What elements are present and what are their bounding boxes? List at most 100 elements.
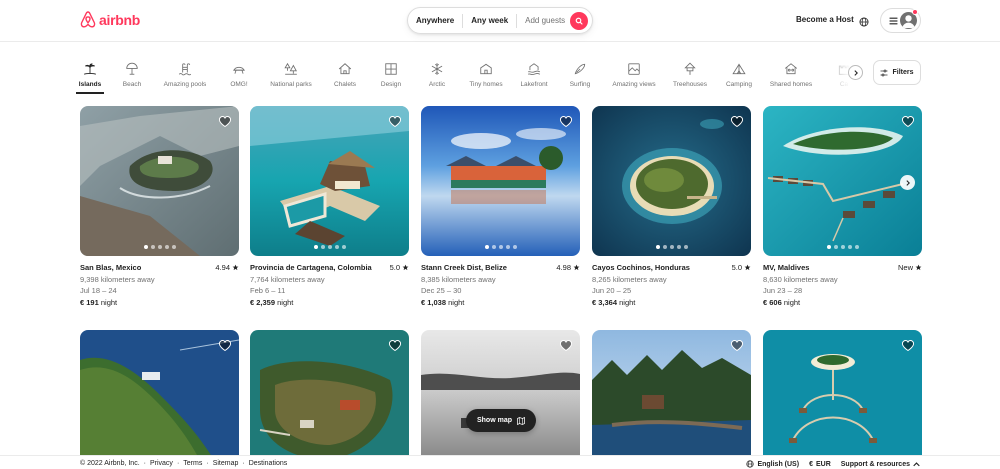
- footer-link-privacy[interactable]: Privacy: [150, 460, 173, 467]
- wishlist-heart-button[interactable]: [218, 338, 232, 356]
- chevron-up-icon: [913, 461, 920, 466]
- listing-photo[interactable]: [592, 106, 751, 256]
- listing-card[interactable]: San Blas, Mexico 4.94 9,398 kilometers a…: [80, 106, 239, 308]
- category-amazing-pools[interactable]: Amazing pools: [162, 52, 208, 94]
- category-label: Arctic: [428, 81, 446, 88]
- category-label: Islands: [78, 81, 102, 88]
- listing-card[interactable]: Cayos Cochinos, Honduras 5.0 8,265 kilom…: [592, 106, 751, 308]
- category-omg[interactable]: OMG!: [227, 52, 251, 94]
- price-value: € 3,364: [592, 297, 618, 307]
- search-bar[interactable]: Anywhere Any week Add guests: [407, 7, 593, 34]
- category-label: Beach: [122, 81, 142, 88]
- category-amazing-views[interactable]: Amazing views: [611, 52, 657, 94]
- listing-price: € 606 night: [763, 297, 922, 309]
- listing-card[interactable]: Stann Creek Dist, Belize 4.98 8,385 kilo…: [421, 106, 580, 308]
- anywhere-button[interactable]: Anywhere: [408, 16, 462, 25]
- become-host-link[interactable]: Become a Host: [796, 15, 854, 24]
- photo-next-button[interactable]: [900, 175, 915, 190]
- language-label: English (US): [757, 460, 800, 468]
- airbnb-logo[interactable]: airbnb: [80, 11, 140, 28]
- listing-rating: New: [898, 262, 922, 274]
- search-button[interactable]: [570, 12, 588, 30]
- category-label: Tiny homes: [469, 81, 503, 88]
- listing-info: Stann Creek Dist, Belize 4.98 8,385 kilo…: [421, 262, 580, 308]
- listing-card[interactable]: [763, 330, 922, 469]
- wishlist-heart-button[interactable]: [901, 338, 915, 356]
- heart-icon: [218, 339, 232, 352]
- listing-image: [763, 106, 922, 256]
- footer-link-sitemap[interactable]: Sitemap: [213, 460, 239, 467]
- language-selector[interactable]: English (US): [746, 460, 799, 468]
- category-beach[interactable]: Beach: [120, 52, 144, 94]
- wishlist-heart-button[interactable]: [730, 114, 744, 132]
- category-design[interactable]: Design: [379, 52, 403, 94]
- listing-title: Provincia de Cartagena, Colombia: [250, 263, 372, 272]
- category-lakefront[interactable]: Lakefront: [518, 52, 550, 94]
- listing-photo[interactable]: [421, 330, 580, 469]
- map-icon: [517, 416, 525, 425]
- heart-icon: [388, 339, 402, 352]
- category-chalets[interactable]: Chalets: [332, 52, 358, 94]
- listing-photo[interactable]: [250, 330, 409, 469]
- wishlist-heart-button[interactable]: [559, 114, 573, 132]
- any-week-button[interactable]: Any week: [463, 16, 516, 25]
- globe-icon: [859, 17, 869, 27]
- listing-price: € 1,038 night: [421, 297, 580, 309]
- listing-rating: 4.98: [556, 262, 580, 274]
- listing-photo[interactable]: [421, 106, 580, 256]
- lakefront-icon: [527, 58, 541, 76]
- language-button[interactable]: [859, 14, 869, 32]
- add-guests-button[interactable]: Add guests: [517, 16, 573, 25]
- category-arctic[interactable]: Arctic: [426, 52, 448, 94]
- listing-price: € 2,359 night: [250, 297, 409, 309]
- category-national-parks[interactable]: National parks: [268, 52, 314, 94]
- show-map-label: Show map: [476, 417, 512, 424]
- listing-photo[interactable]: [763, 330, 922, 469]
- category-tiny-homes[interactable]: Tiny homes: [468, 52, 504, 94]
- listing-photo[interactable]: [80, 106, 239, 256]
- support-resources-button[interactable]: Support & resources: [841, 461, 920, 468]
- island-icon: [83, 58, 97, 76]
- sliders-icon: [880, 69, 888, 76]
- listing-card[interactable]: [250, 330, 409, 469]
- listing-card[interactable]: [80, 330, 239, 469]
- heart-icon: [388, 115, 402, 128]
- listing-distance: 9,398 kilometers away: [80, 274, 155, 284]
- wishlist-heart-button[interactable]: [388, 338, 402, 356]
- category-label: Shared homes: [769, 81, 813, 88]
- wishlist-heart-button[interactable]: [559, 338, 573, 356]
- globe-icon: [746, 460, 755, 468]
- wishlist-heart-button[interactable]: [730, 338, 744, 356]
- currency-selector[interactable]: € EUR: [809, 461, 831, 468]
- category-treehouses[interactable]: Treehouses: [671, 52, 709, 94]
- listing-card[interactable]: Provincia de Cartagena, Colombia 5.0 7,7…: [250, 106, 409, 308]
- listing-photo[interactable]: [250, 106, 409, 256]
- footer-link-terms[interactable]: Terms: [183, 460, 202, 467]
- category-shared-homes[interactable]: Shared homes: [769, 52, 813, 94]
- listing-card[interactable]: [421, 330, 580, 469]
- listing-card[interactable]: [592, 330, 751, 469]
- wishlist-heart-button[interactable]: [218, 114, 232, 132]
- photo-pagination-dots: [763, 245, 922, 249]
- listing-price: € 191 night: [80, 297, 239, 309]
- category-surfing[interactable]: Surfing: [568, 52, 592, 94]
- filters-button[interactable]: Filters: [873, 60, 921, 85]
- footer-link-destinations[interactable]: Destinations: [249, 460, 288, 467]
- price-value: € 1,038: [421, 297, 447, 307]
- listing-photo[interactable]: [763, 106, 922, 256]
- listing-card[interactable]: MV, Maldives New 8,630 kilometers away J…: [763, 106, 922, 308]
- listing-image: [592, 330, 751, 469]
- listing-photo[interactable]: [80, 330, 239, 469]
- listing-title: MV, Maldives: [763, 263, 810, 272]
- show-map-button[interactable]: Show map: [466, 409, 536, 432]
- listing-rating: 5.0: [390, 262, 409, 274]
- tent-icon: [732, 58, 746, 76]
- category-camping[interactable]: Camping: [724, 52, 754, 94]
- category-islands[interactable]: Islands: [76, 52, 104, 94]
- category-scroll-right-button[interactable]: [848, 65, 863, 80]
- photo-pagination-dots: [421, 245, 580, 249]
- wishlist-heart-button[interactable]: [901, 114, 915, 132]
- category-label: OMG!: [230, 81, 248, 88]
- wishlist-heart-button[interactable]: [388, 114, 402, 132]
- listing-photo[interactable]: [592, 330, 751, 469]
